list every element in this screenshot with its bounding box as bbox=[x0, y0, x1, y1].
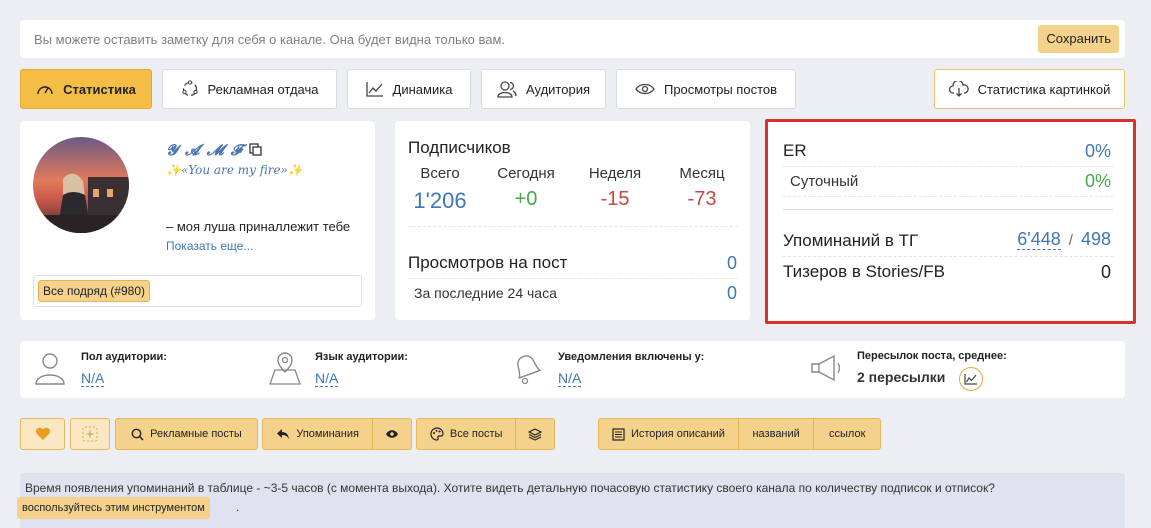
palette-icon bbox=[430, 427, 444, 441]
forwards-label: Пересылок поста, среднее: bbox=[857, 350, 1007, 362]
gender-value[interactable]: N/A bbox=[81, 370, 105, 387]
divider bbox=[783, 166, 1113, 167]
description-history-button[interactable]: История описаний bbox=[599, 419, 739, 449]
layers-icon bbox=[528, 427, 543, 441]
er-label: ER bbox=[783, 141, 807, 160]
subscribers-title: Подписчиков bbox=[408, 138, 511, 157]
line-chart-icon bbox=[964, 374, 977, 385]
note-placeholder: Вы можете оставить заметку для себя о ка… bbox=[34, 32, 506, 47]
all-posts-button[interactable]: Все посты bbox=[417, 419, 517, 449]
category-tag[interactable]: Все подряд (#980) bbox=[38, 280, 150, 302]
divider bbox=[408, 226, 738, 227]
copy-icon[interactable] bbox=[249, 143, 262, 156]
subs-today: Сегодня +0 bbox=[497, 165, 555, 210]
tool-link-button[interactable]: воспользуйтесь этим инструментом bbox=[17, 497, 210, 519]
stories-teasers-label: Тизеров в Stories/FB bbox=[783, 262, 945, 281]
daily-er-value: 0% bbox=[1084, 171, 1111, 191]
list-icon bbox=[612, 427, 625, 441]
daily-er-label: Суточный bbox=[790, 173, 859, 190]
channel-description: – моя луша приналлежит тебе bbox=[166, 219, 351, 233]
channel-tagline: ✨«You are my fire»✨ bbox=[166, 163, 303, 177]
subs-month: Месяц -73 bbox=[679, 165, 725, 210]
stories-teasers-value: 0 bbox=[1100, 262, 1111, 282]
reply-icon bbox=[277, 429, 290, 439]
channel-tags: Все подряд (#980) bbox=[33, 275, 362, 307]
tab-label: Статистика bbox=[63, 81, 136, 97]
subs-week: Неделя -15 bbox=[588, 165, 642, 210]
divider bbox=[783, 209, 1113, 210]
tab-label: Просмотры постов bbox=[663, 81, 778, 97]
sparkle-button[interactable] bbox=[70, 418, 110, 450]
channel-name[interactable]: 𝓨 𝓐 𝓜 𝓕 bbox=[166, 141, 262, 159]
cycle-icon bbox=[181, 80, 198, 97]
tab-label: Статистика картинкой bbox=[977, 81, 1111, 97]
all-posts-group: Все посты bbox=[416, 418, 555, 450]
mentions-preview-button[interactable] bbox=[373, 419, 411, 449]
tab-audience[interactable]: Аудитория bbox=[481, 69, 606, 109]
forwards-chart-button[interactable] bbox=[959, 367, 983, 391]
views-per-post-label: Просмотров на пост bbox=[408, 253, 568, 272]
mentions-label: Упоминаний в ТГ bbox=[783, 231, 919, 250]
heart-icon bbox=[35, 427, 50, 440]
mentions-group: Упоминания bbox=[262, 418, 412, 450]
views-per-post-value: 0 bbox=[726, 253, 737, 273]
subscribers-card: Подписчиков Всего 1'206 Сегодня +0 Недел… bbox=[395, 121, 750, 320]
tab-ad-return[interactable]: Рекламная отдача bbox=[162, 69, 337, 109]
er-value: 0% bbox=[1084, 141, 1111, 161]
megaphone-icon bbox=[811, 354, 841, 382]
line-chart-icon bbox=[365, 82, 383, 97]
mentions-values: 6'448 / 498 bbox=[1017, 229, 1111, 250]
history-group: История описаний названий ссылок bbox=[598, 418, 881, 450]
info-tail: . bbox=[236, 500, 240, 514]
mentions-button[interactable]: Упоминания bbox=[263, 419, 374, 449]
tab-label: Рекламная отдача bbox=[207, 81, 319, 97]
avatar[interactable] bbox=[33, 137, 129, 233]
notifications-label: Уведомления включены у: bbox=[558, 351, 705, 363]
users-icon bbox=[497, 81, 517, 98]
channel-card: 𝓨 𝓐 𝓜 𝓕 ✨«You are my fire»✨ – моя луша п… bbox=[20, 121, 375, 320]
tab-statistics[interactable]: Статистика bbox=[20, 69, 152, 109]
gender-label: Пол аудитории: bbox=[81, 351, 167, 363]
divider bbox=[783, 256, 1113, 257]
eye-icon bbox=[635, 83, 655, 95]
engagement-card: ER 0% Суточный 0% Упоминаний в ТГ 6'448 … bbox=[765, 119, 1136, 324]
layers-button[interactable] bbox=[516, 419, 554, 449]
bell-icon bbox=[517, 355, 542, 385]
ad-posts-button[interactable]: Рекламные посты bbox=[115, 418, 258, 450]
show-more-link[interactable]: Показать еще... bbox=[166, 239, 253, 253]
stats-image-button[interactable]: Статистика картинкой bbox=[934, 69, 1125, 109]
save-button[interactable]: Сохранить bbox=[1038, 25, 1119, 53]
tab-label: Аудитория bbox=[525, 81, 590, 97]
mentions-count[interactable]: 6'448 bbox=[1017, 229, 1061, 250]
eye-icon bbox=[386, 430, 399, 438]
names-history-button[interactable]: названий bbox=[739, 419, 815, 449]
notifications-value[interactable]: N/A bbox=[558, 370, 582, 387]
links-history-button[interactable]: ссылок bbox=[814, 419, 880, 449]
views-24h-label: За последние 24 часа bbox=[414, 285, 557, 301]
tab-dynamics[interactable]: Динамика bbox=[347, 69, 471, 109]
language-label: Язык аудитории: bbox=[315, 351, 408, 363]
person-icon bbox=[35, 353, 65, 385]
language-value[interactable]: N/A bbox=[315, 370, 339, 387]
map-pin-icon bbox=[269, 352, 301, 385]
favorite-button[interactable] bbox=[20, 418, 65, 450]
divider bbox=[408, 278, 738, 279]
cloud-download-icon bbox=[948, 81, 969, 97]
search-icon bbox=[131, 428, 144, 441]
subs-total: Всего 1'206 bbox=[413, 165, 467, 213]
views-24h-value: 0 bbox=[726, 283, 737, 303]
forwards-value: 2 пересылки bbox=[857, 369, 946, 385]
mentions-count-secondary[interactable]: 498 bbox=[1081, 229, 1111, 249]
tab-label: Динамика bbox=[392, 81, 453, 97]
audience-strip: Пол аудитории: N/A Язык аудитории: N/A У… bbox=[20, 341, 1125, 398]
info-text: Время появления упоминаний в таблице - ~… bbox=[25, 481, 995, 495]
divider bbox=[783, 196, 1113, 197]
sparkle-icon bbox=[82, 426, 98, 442]
speedometer-icon bbox=[37, 86, 53, 95]
tab-post-views[interactable]: Просмотры постов bbox=[616, 69, 796, 109]
note-input[interactable]: Вы можете оставить заметку для себя о ка… bbox=[20, 20, 1125, 58]
